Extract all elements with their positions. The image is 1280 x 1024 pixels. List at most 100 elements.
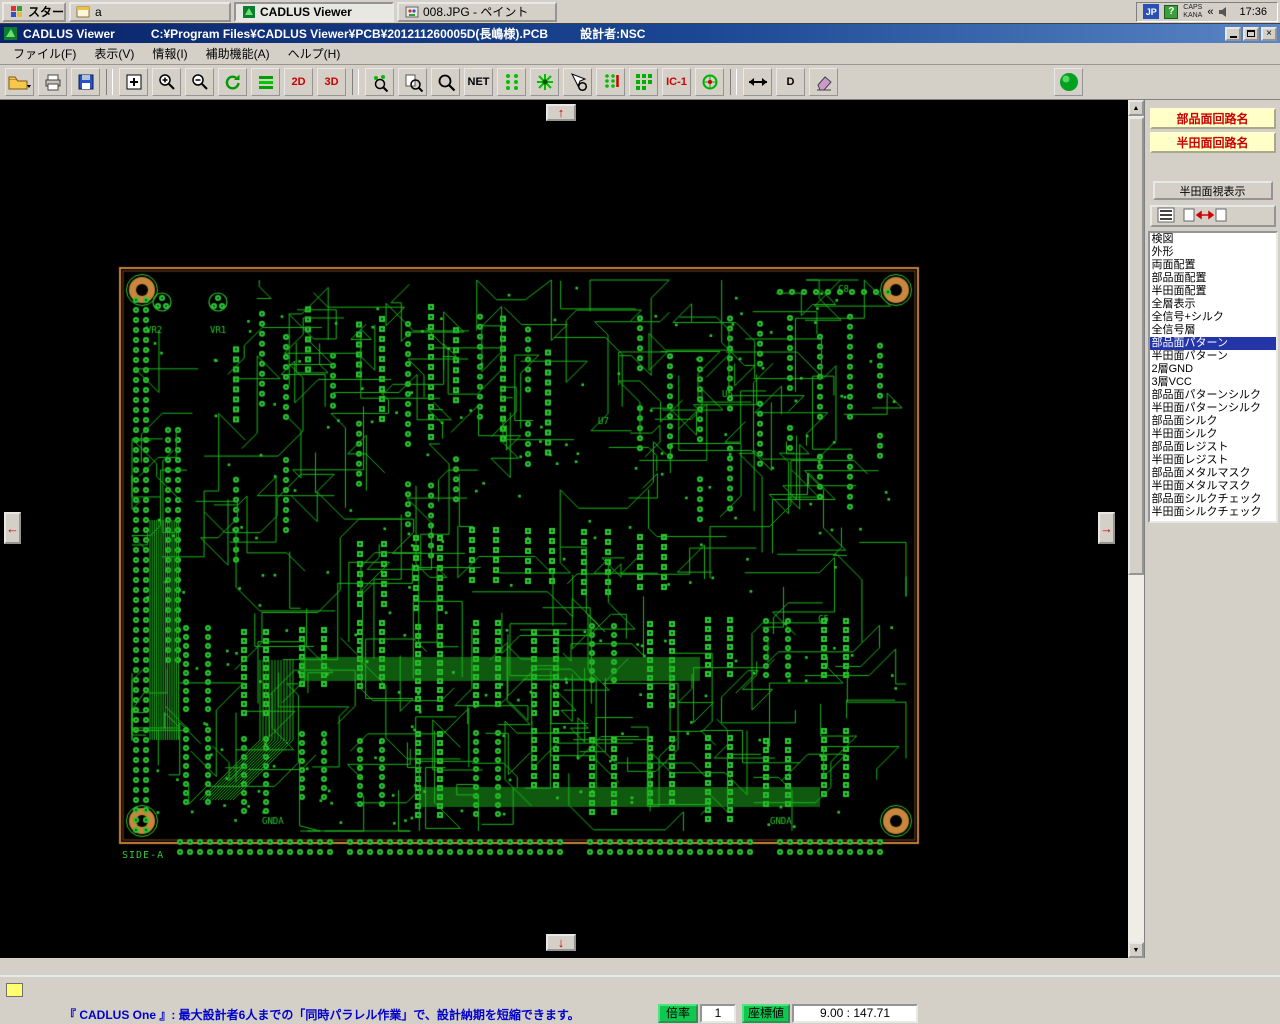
window-title-app: CADLUS Viewer: [23, 27, 115, 41]
close-button[interactable]: ×: [1261, 27, 1277, 41]
pcb-viewport[interactable]: SIDE-A ↑ ↓ ← →: [0, 100, 1128, 958]
layer-item-半田面レジスト[interactable]: 半田面レジスト: [1150, 454, 1276, 467]
part-search-icon[interactable]: [365, 68, 394, 96]
zoom-window-icon[interactable]: [119, 68, 148, 96]
layer-item-半田面パターン[interactable]: 半田面パターン: [1150, 350, 1276, 363]
layer-item-検図[interactable]: 検図: [1150, 233, 1276, 246]
pan-right-button[interactable]: →: [1098, 512, 1115, 544]
vertical-scrollbar[interactable]: ▲ ▼: [1128, 100, 1144, 958]
pan-down-button[interactable]: ↓: [546, 934, 576, 951]
pan-left-button[interactable]: ←: [4, 512, 21, 544]
quick-launch[interactable]: a: [69, 2, 231, 22]
measure-icon[interactable]: [743, 68, 772, 96]
maximize-button[interactable]: [1243, 27, 1259, 41]
menu-view[interactable]: 表示(V): [85, 42, 143, 65]
coordinate-label: 座標値: [742, 1004, 790, 1023]
minimize-icon: [1230, 36, 1237, 38]
zoom-in-icon[interactable]: [152, 68, 181, 96]
layer-item-半田面シルク[interactable]: 半田面シルク: [1150, 428, 1276, 441]
cadlus-one-icon[interactable]: [1054, 68, 1083, 96]
highlight-net-icon[interactable]: [530, 68, 559, 96]
toolbar-buttons: 2D3D NET IC-1 D: [0, 65, 1280, 100]
solder-view-button[interactable]: 半田面視表示: [1153, 181, 1273, 200]
pan-up-button[interactable]: ↑: [546, 104, 576, 121]
layer-item-全層表示[interactable]: 全層表示: [1150, 298, 1276, 311]
layer-sidebar: 部品面回路名 半田面回路名 半田面視表示 検図外形両面配置部品面配置半田面配置全…: [1144, 100, 1280, 958]
layer-item-部品面メタルマスク[interactable]: 部品面メタルマスク: [1150, 467, 1276, 480]
layer-item-半田面パターンシルク[interactable]: 半田面パターンシルク: [1150, 402, 1276, 415]
view-3d-icon[interactable]: 3D: [317, 68, 346, 96]
solder-side-circuit-button[interactable]: 半田面回路名: [1150, 132, 1276, 153]
toolbar-separator: [352, 69, 359, 95]
task-buttons: CADLUS Viewer 008.JPG - ペイント: [234, 2, 557, 22]
title-bar: CADLUS Viewer C:¥Program Files¥CADLUS Vi…: [0, 24, 1280, 43]
layer-item-2層GND[interactable]: 2層GND: [1150, 363, 1276, 376]
taskbar-task-paint[interactable]: 008.JPG - ペイント: [397, 2, 557, 22]
d-display-button[interactable]: D: [776, 68, 805, 96]
scroll-down-arrow[interactable]: ▼: [1128, 942, 1144, 958]
help-tray-icon[interactable]: ?: [1164, 5, 1178, 19]
layer-item-部品面パターン[interactable]: 部品面パターン: [1150, 337, 1276, 350]
d-display-button-glyph: D: [787, 76, 795, 88]
quick-launch-label: a: [95, 5, 102, 19]
open-file-icon[interactable]: [5, 68, 34, 96]
grid-display-icon[interactable]: [629, 68, 658, 96]
save-icon[interactable]: [71, 68, 100, 96]
layer-item-両面配置[interactable]: 両面配置: [1150, 259, 1276, 272]
paint-icon: [405, 5, 419, 19]
component-side-circuit-button[interactable]: 部品面回路名: [1150, 108, 1276, 129]
app-icon: [3, 26, 18, 41]
task-label: 008.JPG - ペイント: [423, 3, 528, 20]
start-button[interactable]: スタート: [2, 2, 66, 22]
layer-item-部品面配置[interactable]: 部品面配置: [1150, 272, 1276, 285]
scroll-up-arrow[interactable]: ▲: [1128, 100, 1144, 116]
zoom-out-icon[interactable]: [185, 68, 214, 96]
tray-clock: 17:36: [1235, 6, 1271, 18]
ic-search-icon[interactable]: IC-1: [662, 68, 691, 96]
menu-aux[interactable]: 補助機能(A): [197, 42, 279, 65]
layer-item-部品面パターンシルク[interactable]: 部品面パターンシルク: [1150, 389, 1276, 402]
layer-item-半田面配置[interactable]: 半田面配置: [1150, 285, 1276, 298]
ic-search-icon-glyph: IC-1: [666, 76, 687, 88]
layer-item-全信号+シルク[interactable]: 全信号+シルク: [1150, 311, 1276, 324]
menu-info[interactable]: 情報(I): [143, 42, 196, 65]
view-2d-icon[interactable]: 2D: [284, 68, 313, 96]
layer-item-部品面シルクチェック[interactable]: 部品面シルクチェック: [1150, 493, 1276, 506]
mirror-flip-icon[interactable]: [1183, 207, 1227, 226]
drill-display-icon[interactable]: [695, 68, 724, 96]
volume-icon[interactable]: [1218, 6, 1230, 18]
taskbar-task-cadlus-viewer[interactable]: CADLUS Viewer: [234, 2, 394, 22]
layer-display-icon[interactable]: [251, 68, 280, 96]
layer-item-外形[interactable]: 外形: [1150, 246, 1276, 259]
redraw-icon[interactable]: [218, 68, 247, 96]
layer-item-半田面メタルマスク[interactable]: 半田面メタルマスク: [1150, 480, 1276, 493]
system-tray: JP ? CAPS KANA « 17:36: [1136, 2, 1278, 22]
pick-mode-icon[interactable]: [563, 68, 592, 96]
pcb-canvas[interactable]: [0, 100, 1128, 958]
layer-item-全信号層[interactable]: 全信号層: [1150, 324, 1276, 337]
layer-item-部品面シルク[interactable]: 部品面シルク: [1150, 415, 1276, 428]
list-view-icon[interactable]: [1157, 207, 1175, 226]
eraser-icon[interactable]: [809, 68, 838, 96]
vertical-scroll-thumb[interactable]: [1128, 117, 1144, 575]
main-area: SIDE-A ↑ ↓ ← → ▲ ▼ 部品面回路名 半田面回路名 半田面視表示 …: [0, 100, 1280, 958]
task-label: CADLUS Viewer: [260, 5, 352, 19]
print-icon[interactable]: [38, 68, 67, 96]
stamp-search-icon[interactable]: [398, 68, 427, 96]
minimize-button[interactable]: [1225, 27, 1241, 41]
coordinate-value: 9.00 : 147.71: [792, 1004, 918, 1023]
net-search-icon[interactable]: [431, 68, 460, 96]
start-label: スタート: [28, 3, 66, 20]
pad-display-icon[interactable]: [497, 68, 526, 96]
layer-item-3層VCC[interactable]: 3層VCC: [1150, 376, 1276, 389]
layer-item-部品面レジスト[interactable]: 部品面レジスト: [1150, 441, 1276, 454]
window-title-path: C:¥Program Files¥CADLUS Viewer¥PCB¥20121…: [151, 25, 548, 42]
menu-help[interactable]: ヘルプ(H): [279, 42, 350, 65]
tray-chevron-icon[interactable]: «: [1207, 6, 1213, 18]
pin-list-icon[interactable]: [596, 68, 625, 96]
cadlus-viewer-icon: [242, 5, 256, 19]
menu-file[interactable]: ファイル(F): [4, 42, 85, 65]
layer-item-半田面シルクチェック[interactable]: 半田面シルクチェック: [1150, 506, 1276, 519]
net-list-icon[interactable]: NET: [464, 68, 493, 96]
ime-language-icon[interactable]: JP: [1143, 4, 1159, 19]
